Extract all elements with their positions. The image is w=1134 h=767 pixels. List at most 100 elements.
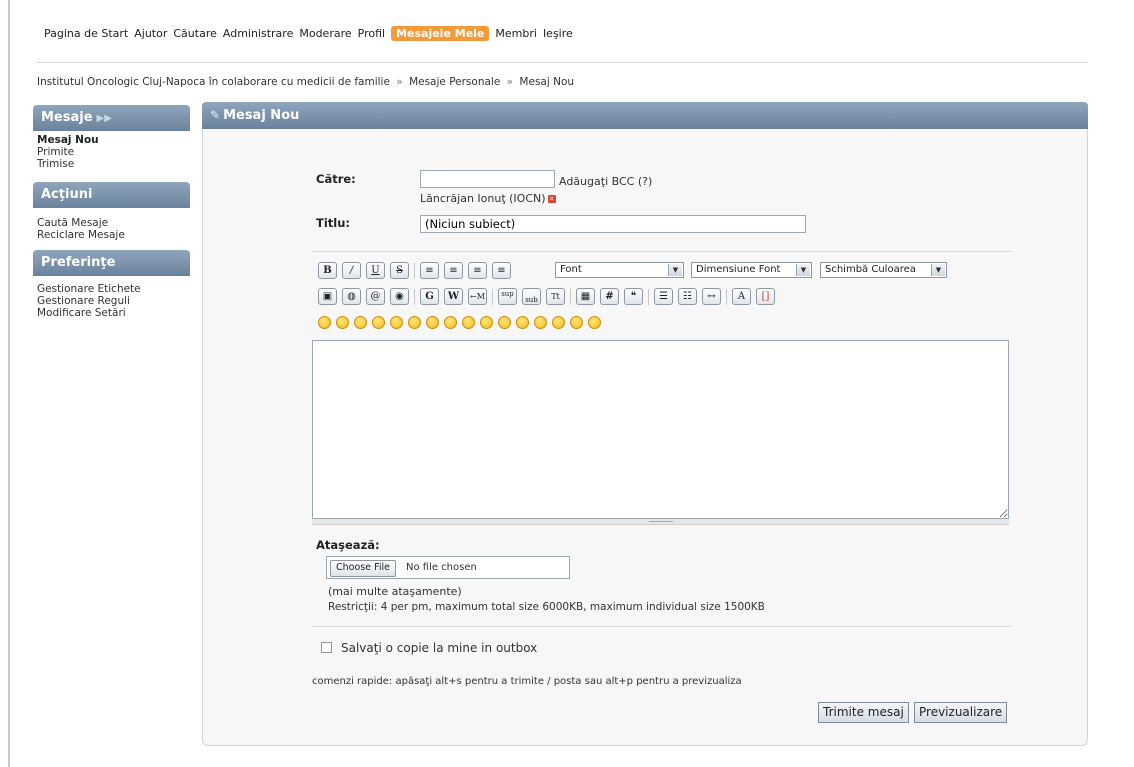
horizontal-rule-icon[interactable]: ↔: [702, 288, 721, 305]
sidebar-item-manage-labels[interactable]: Gestionare Etichete: [37, 283, 141, 295]
nav-admin[interactable]: Administrare: [223, 27, 293, 40]
smiley-icon[interactable]: [444, 316, 457, 329]
choose-file-button[interactable]: Choose File: [330, 560, 396, 577]
smiley-icon[interactable]: [390, 316, 403, 329]
form-divider: [312, 626, 1012, 627]
send-message-button[interactable]: Trimite mesaj: [818, 702, 909, 723]
chevron-down-icon: ▼: [668, 264, 682, 276]
shortcut-hint: comenzi rapide: apăsaţi alt+s pentru a t…: [312, 676, 742, 687]
font-color-select[interactable]: Schimbă Culoarea ▼: [820, 262, 947, 278]
subject-input[interactable]: [420, 215, 806, 233]
top-navigation: Pagina de Start Ajutor Căutare Administr…: [44, 25, 579, 41]
sidebar-item-manage-rules[interactable]: Gestionare Reguli: [37, 295, 141, 307]
subscript-icon[interactable]: sub: [522, 288, 541, 305]
message-body-textarea[interactable]: [312, 340, 1009, 519]
font-select[interactable]: Font ▼: [555, 262, 684, 278]
align-left-icon[interactable]: ≡: [420, 262, 439, 279]
bold-icon[interactable]: B: [318, 262, 337, 279]
sidebar-item-prune-messages[interactable]: Reciclare Mesaje: [37, 229, 125, 241]
compose-icon: ✎: [210, 108, 221, 122]
insert-media-icon[interactable]: ◉: [390, 288, 409, 305]
page-title: Mesaj Nou: [223, 108, 300, 123]
strikethrough-icon[interactable]: S: [390, 262, 409, 279]
nav-profile[interactable]: Profil: [358, 27, 385, 40]
smiley-icon[interactable]: [408, 316, 421, 329]
font-size-select[interactable]: Dimensiune Font ▼: [691, 262, 812, 278]
smiley-icon[interactable]: [516, 316, 529, 329]
nav-my-messages[interactable]: Mesajele Mele: [391, 25, 490, 41]
smiley-icon[interactable]: [480, 316, 493, 329]
font-color-select-value: Schimbă Culoarea: [825, 264, 916, 275]
recipient-entry: Lăncrăjan Ionuţ (IOCN) ✕: [420, 192, 556, 205]
nav-members[interactable]: Membri: [495, 27, 537, 40]
smiley-icon[interactable]: [426, 316, 439, 329]
sidebar-header-preferences[interactable]: Preferinţe: [33, 250, 190, 276]
toolbar-separator: [414, 289, 415, 305]
subject-label: Titlu:: [316, 216, 351, 230]
sidebar-item-search-messages[interactable]: Caută Mesaje: [37, 217, 125, 229]
marquee-icon[interactable]: ←M: [468, 288, 487, 305]
insert-image-icon[interactable]: ▣: [318, 288, 337, 305]
nav-help[interactable]: Ajutor: [134, 27, 167, 40]
smiley-icon[interactable]: [552, 316, 565, 329]
wikipedia-icon[interactable]: W: [444, 288, 463, 305]
smiley-icon[interactable]: [318, 316, 331, 329]
smiley-icon[interactable]: [336, 316, 349, 329]
to-input[interactable]: [420, 170, 555, 188]
sidebar-item-inbox[interactable]: Primite: [37, 146, 99, 158]
insert-code-icon[interactable]: #: [600, 288, 619, 305]
align-center-icon[interactable]: ≡: [468, 262, 487, 279]
nav-moderation[interactable]: Moderare: [299, 27, 351, 40]
superscript-icon[interactable]: sup: [498, 288, 517, 305]
save-copy-label: Salvaţi o copie la mine in outbox: [341, 641, 538, 655]
breadcrumb-personal-messages[interactable]: Mesaje Personale: [409, 76, 500, 88]
remove-recipient-icon[interactable]: ✕: [547, 195, 556, 203]
sidebar-header-actions[interactable]: Acţiuni: [33, 182, 190, 208]
sidebar-header-messages[interactable]: Mesaje ▶▶: [33, 105, 190, 131]
align-right-icon[interactable]: ≡: [492, 262, 511, 279]
smiley-icon[interactable]: [372, 316, 385, 329]
save-copy-checkbox[interactable]: [321, 642, 332, 653]
smiley-icon[interactable]: [354, 316, 367, 329]
toolbar-separator: [492, 289, 493, 305]
sidebar-item-sent[interactable]: Trimise: [37, 158, 99, 170]
insert-email-icon[interactable]: @: [366, 288, 385, 305]
bullet-list-icon[interactable]: ☰: [654, 288, 673, 305]
form-divider: [312, 251, 1012, 252]
breadcrumb-new-message[interactable]: Mesaj Nou: [519, 76, 574, 88]
insert-link-icon[interactable]: ◍: [342, 288, 361, 305]
toolbar-separator: [648, 289, 649, 305]
numbered-list-icon[interactable]: ☷: [678, 288, 697, 305]
panel-header: ✎ Mesaj Nou: [202, 102, 1088, 129]
sidebar-preferences-list: Gestionare Etichete Gestionare Reguli Mo…: [37, 283, 141, 319]
italic-icon[interactable]: /: [342, 262, 361, 279]
toggle-source-icon[interactable]: []: [756, 288, 775, 305]
nav-home[interactable]: Pagina de Start: [44, 27, 128, 40]
toolbar-separator: [726, 289, 727, 305]
teletype-icon[interactable]: Tt: [546, 288, 565, 305]
attach-label: Ataşează:: [316, 538, 380, 552]
editor-resize-handle[interactable]: [312, 519, 1009, 525]
breadcrumb-separator: »: [506, 76, 514, 88]
smiley-icon[interactable]: [462, 316, 475, 329]
smiley-icon[interactable]: [498, 316, 511, 329]
resize-grip-icon: [649, 521, 673, 522]
breadcrumb-separator: »: [396, 76, 403, 88]
add-bcc-link[interactable]: Adăugaţi BCC (?): [559, 175, 652, 188]
breadcrumb-forum[interactable]: Institutul Oncologic Cluj-Napoca în cola…: [37, 76, 390, 88]
nav-logout[interactable]: Ieşire: [543, 27, 573, 40]
more-attachments-link[interactable]: (mai multe ataşamente): [328, 585, 462, 598]
smiley-icon[interactable]: [570, 316, 583, 329]
nav-search[interactable]: Căutare: [173, 27, 217, 40]
google-search-icon[interactable]: G: [420, 288, 439, 305]
remove-formatting-icon[interactable]: A: [732, 288, 751, 305]
insert-table-icon[interactable]: ▦: [576, 288, 595, 305]
sidebar-item-new-message[interactable]: Mesaj Nou: [37, 134, 99, 146]
underline-icon[interactable]: U: [366, 262, 385, 279]
smiley-icon[interactable]: [534, 316, 547, 329]
align-justify-icon[interactable]: ≡: [444, 262, 463, 279]
sidebar-item-change-settings[interactable]: Modificare Setări: [37, 307, 141, 319]
preview-button[interactable]: Previzualizare: [914, 702, 1008, 723]
insert-quote-icon[interactable]: ❝: [624, 288, 643, 305]
smiley-icon[interactable]: [588, 316, 601, 329]
